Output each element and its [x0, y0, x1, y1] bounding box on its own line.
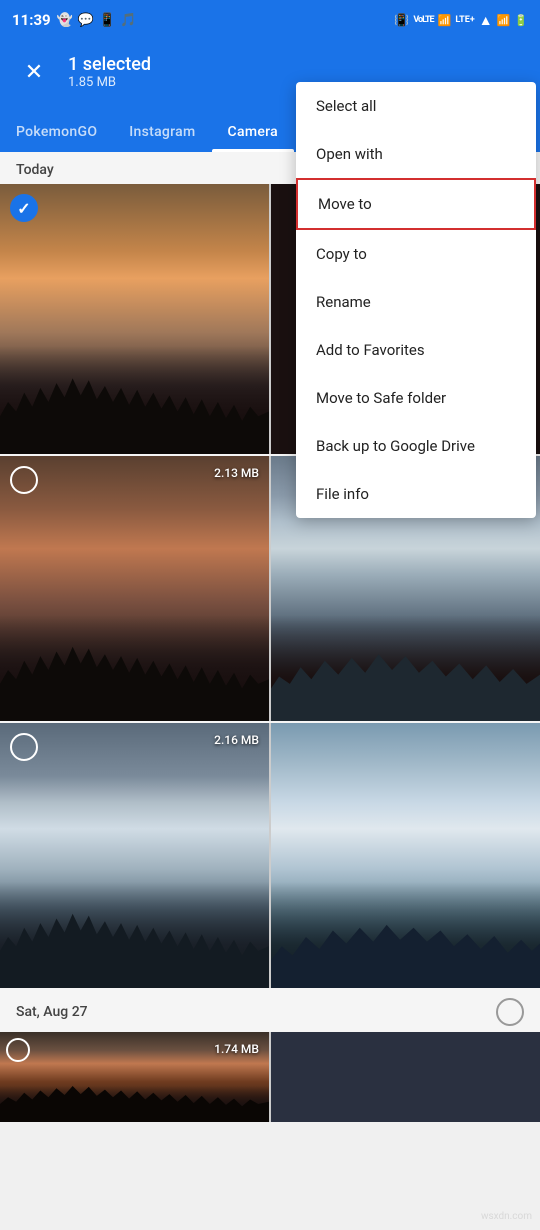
dropdown-overlay[interactable]: Select all Open with Move to Copy to Ren… [0, 0, 540, 1230]
dropdown-menu: Select all Open with Move to Copy to Ren… [296, 82, 536, 518]
menu-item-select-all[interactable]: Select all [296, 82, 536, 130]
menu-item-add-favorites[interactable]: Add to Favorites [296, 326, 536, 374]
menu-item-copy-to[interactable]: Copy to [296, 230, 536, 278]
menu-item-rename[interactable]: Rename [296, 278, 536, 326]
menu-item-file-info[interactable]: File info [296, 470, 536, 518]
menu-item-open-with[interactable]: Open with [296, 130, 536, 178]
menu-item-move-to[interactable]: Move to [296, 178, 536, 230]
watermark: wsxdn.com [481, 1211, 532, 1222]
menu-item-backup-drive[interactable]: Back up to Google Drive [296, 422, 536, 470]
menu-item-move-safe[interactable]: Move to Safe folder [296, 374, 536, 422]
